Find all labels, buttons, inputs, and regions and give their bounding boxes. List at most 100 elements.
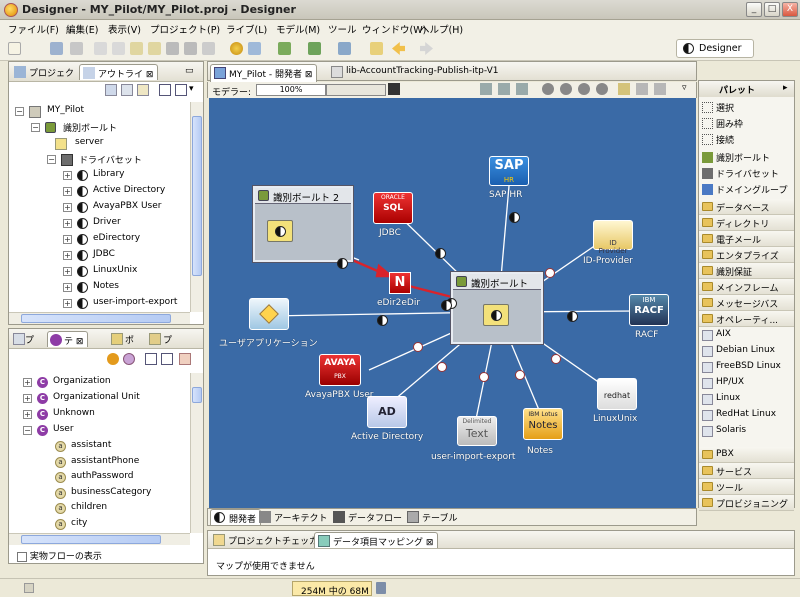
step-icon[interactable] bbox=[578, 83, 590, 95]
palette-item[interactable]: ドメイングループ bbox=[699, 181, 794, 197]
minimize-view-icon[interactable]: ▭ bbox=[185, 66, 194, 76]
palette-drawer[interactable]: サービス bbox=[699, 463, 794, 479]
menu-model[interactable]: モデル(M) bbox=[276, 22, 320, 36]
trash-icon[interactable] bbox=[376, 582, 386, 594]
stop-icon[interactable] bbox=[560, 83, 572, 95]
palette-drawer[interactable]: PBX bbox=[699, 447, 794, 463]
tab-te[interactable]: テ ⊠ bbox=[47, 331, 89, 347]
zoom-slider[interactable] bbox=[326, 84, 386, 96]
maximize-button[interactable]: □ bbox=[764, 2, 780, 17]
palette-drawer[interactable]: データベース bbox=[699, 199, 794, 215]
diagram-canvas[interactable]: 識別ボールト 2 識別ボールト SAP HR SAP HR ORACLE SQL J… bbox=[209, 98, 696, 508]
new-icon[interactable] bbox=[8, 42, 21, 55]
cut-icon[interactable] bbox=[166, 42, 179, 55]
save-all-icon[interactable] bbox=[70, 42, 83, 55]
menu-file[interactable]: ファイル(F) bbox=[8, 22, 59, 36]
import-icon[interactable] bbox=[278, 42, 291, 55]
minimize-button[interactable]: _ bbox=[746, 2, 762, 17]
avaya-node[interactable]: AVAYA PBX bbox=[319, 354, 361, 386]
tab-p1[interactable]: プ bbox=[11, 331, 38, 347]
palette-os-item[interactable]: RedHat Linux bbox=[699, 407, 794, 423]
record-icon[interactable] bbox=[596, 83, 608, 95]
filter-icon[interactable] bbox=[137, 84, 149, 96]
palette-tool-item[interactable]: 囲み枠 bbox=[699, 115, 794, 131]
view-menu-icon[interactable]: ▾ bbox=[189, 84, 201, 96]
menu-tools[interactable]: ツール bbox=[328, 22, 357, 36]
palette-drawer[interactable]: オペレーティ... bbox=[699, 311, 794, 327]
palette-os-item[interactable]: FreeBSD Linux bbox=[699, 359, 794, 375]
clear-icon[interactable] bbox=[179, 353, 191, 365]
image-icon[interactable] bbox=[516, 83, 528, 95]
sap-node[interactable]: SAP HR bbox=[489, 156, 529, 186]
driver-marker-icon[interactable] bbox=[435, 248, 446, 259]
perspective-switcher[interactable]: Designer bbox=[676, 39, 754, 58]
tab-p2[interactable]: プ bbox=[147, 331, 176, 347]
nav-icon[interactable] bbox=[370, 42, 383, 55]
expand-all-icon[interactable] bbox=[145, 353, 157, 365]
tab-my-pilot[interactable]: MY_Pilot - 開発者 ⊠ bbox=[210, 64, 318, 82]
reference-marker-icon[interactable] bbox=[437, 362, 447, 372]
linux-node[interactable]: redhat bbox=[597, 378, 637, 410]
menu-edit[interactable]: 編集(E) bbox=[66, 22, 98, 36]
palette-item[interactable]: 識別ボールト bbox=[699, 149, 794, 165]
outline-vscroll[interactable] bbox=[190, 102, 203, 312]
palette-tool-item[interactable]: 接続 bbox=[699, 131, 794, 147]
undo-icon[interactable] bbox=[130, 42, 143, 55]
export-icon[interactable] bbox=[498, 83, 510, 95]
palette-drawer[interactable]: 識別保証 bbox=[699, 263, 794, 279]
diagram-view-icon[interactable] bbox=[121, 84, 133, 96]
collapse-all-icon[interactable] bbox=[175, 84, 187, 96]
zoom-field[interactable]: 100% bbox=[256, 84, 326, 96]
save-icon[interactable] bbox=[50, 42, 63, 55]
palette-drawer[interactable]: エンタプライズ bbox=[699, 247, 794, 263]
palette-drawer[interactable]: メッセージバス bbox=[699, 295, 794, 311]
palette-os-item[interactable]: AIX bbox=[699, 327, 794, 343]
back-arrow-icon[interactable] bbox=[392, 42, 405, 55]
real-flow-checkbox[interactable]: 実物フローの表示 bbox=[17, 549, 102, 562]
play-icon[interactable] bbox=[542, 83, 554, 95]
class-filter-icon[interactable] bbox=[123, 353, 135, 365]
compare-icon[interactable] bbox=[338, 42, 351, 55]
palette-drawer[interactable]: メインフレーム bbox=[699, 279, 794, 295]
reference-marker-icon[interactable] bbox=[413, 342, 423, 352]
close-button[interactable]: X bbox=[782, 2, 798, 17]
menu-live[interactable]: ライブ(L) bbox=[226, 22, 267, 36]
palette-drawer[interactable]: プロビジョニング bbox=[699, 495, 794, 511]
reference-marker-icon[interactable] bbox=[479, 372, 489, 382]
layout-icon[interactable] bbox=[480, 83, 492, 95]
driver-marker-icon[interactable] bbox=[337, 258, 348, 269]
tab-lib-account[interactable]: lib-AccountTracking-Publish-itp-V1 bbox=[328, 64, 503, 80]
deploy-icon[interactable] bbox=[230, 42, 243, 55]
search-icon[interactable] bbox=[248, 42, 261, 55]
forward-arrow-icon[interactable] bbox=[420, 42, 433, 55]
menu-chevron-icon[interactable]: ▿ bbox=[682, 83, 687, 93]
tab-project-checker[interactable]: プロジェクトチェッカ bbox=[210, 532, 322, 548]
collapse-all-icon[interactable] bbox=[161, 353, 173, 365]
tab-architect[interactable]: アーキテクト bbox=[256, 509, 331, 525]
pin-icon[interactable] bbox=[636, 83, 648, 95]
copy-icon[interactable] bbox=[94, 42, 107, 55]
uie-node[interactable]: Delimited Text bbox=[457, 416, 497, 446]
menu-project[interactable]: プロジェクト(P) bbox=[150, 22, 220, 36]
palette-os-item[interactable]: Debian Linux bbox=[699, 343, 794, 359]
vault-2-box[interactable]: 識別ボールト 2 bbox=[253, 186, 353, 262]
pencil-icon[interactable] bbox=[618, 83, 630, 95]
print-icon[interactable] bbox=[202, 42, 215, 55]
palette-os-item[interactable]: Solaris bbox=[699, 423, 794, 439]
expand-all-icon[interactable] bbox=[159, 84, 171, 96]
checkbox-box[interactable] bbox=[17, 551, 27, 562]
ad-node[interactable]: AD bbox=[367, 396, 407, 428]
tab-data-mapping[interactable]: データ項目マッピング ⊠ bbox=[314, 532, 439, 548]
refresh-icon[interactable] bbox=[107, 353, 119, 365]
notes-node[interactable]: IBM Lotus Notes bbox=[523, 408, 563, 440]
menu-view[interactable]: 表示(V) bbox=[108, 22, 141, 36]
tab-project[interactable]: プロジェク bbox=[11, 64, 78, 80]
racf-node[interactable]: IBM RACF bbox=[629, 294, 669, 326]
menu-help[interactable]: ヘルプ(H) bbox=[420, 22, 463, 36]
driver-marker-icon[interactable] bbox=[441, 300, 452, 311]
vault-box[interactable]: 識別ボールト bbox=[451, 272, 543, 344]
palette-drawer[interactable]: 電子メール bbox=[699, 231, 794, 247]
driver-marker-icon[interactable] bbox=[567, 311, 578, 322]
palette-tool-item[interactable]: 選択 bbox=[699, 99, 794, 115]
tab-po[interactable]: ポ bbox=[109, 331, 138, 347]
